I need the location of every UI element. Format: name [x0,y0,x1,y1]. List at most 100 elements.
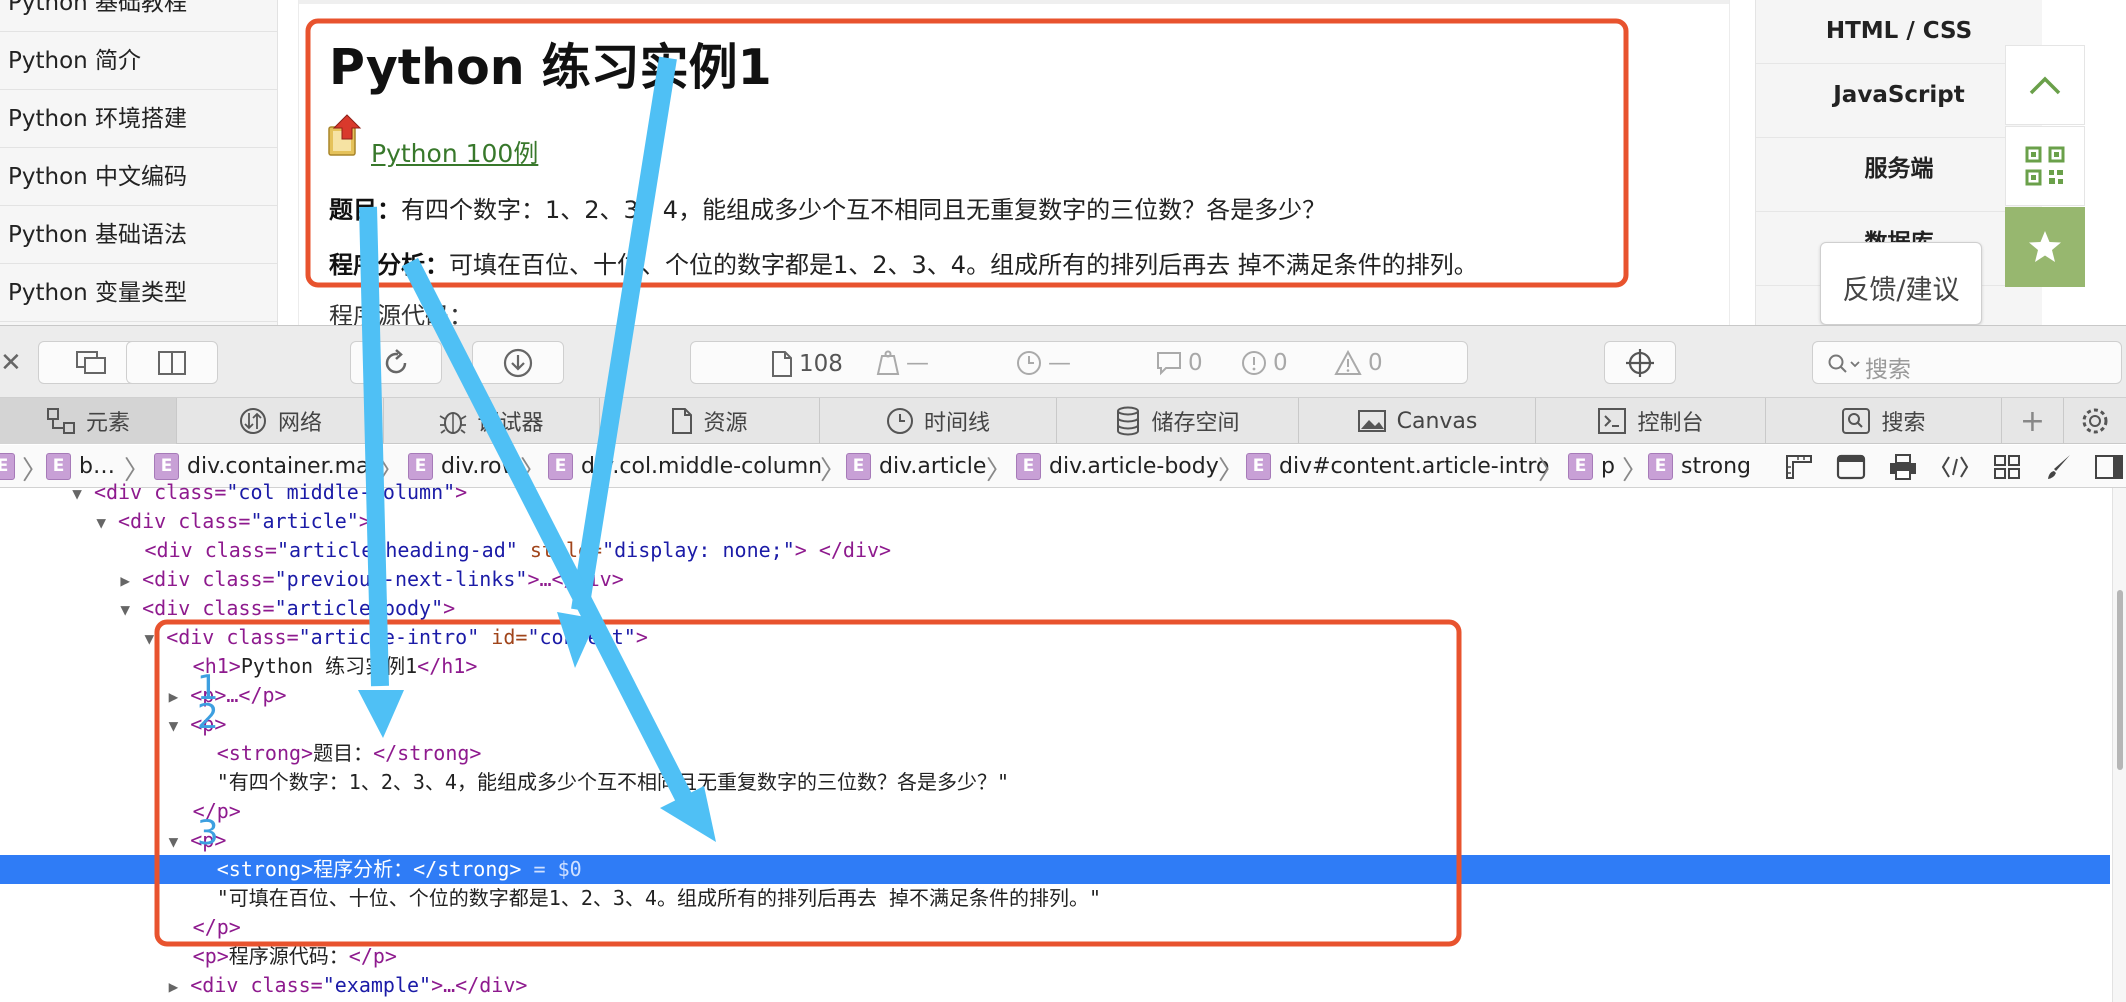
load-time-stat[interactable]: — [1016,350,1071,376]
reload-icon [385,348,407,373]
nav-item-basics[interactable]: Python 基础教程 [0,0,277,32]
element-badge-icon: E [1246,452,1271,480]
star-icon [2029,231,2061,262]
article-content: Python 练习实例1 Python 100例 题目：有四个数字：1、2、3、… [298,0,1730,325]
category-html-css[interactable]: HTML / CSS [1756,0,2042,64]
add-tab-button[interactable]: + [2002,398,2064,444]
brush-icon[interactable] [2044,453,2074,481]
logs-stat[interactable]: 0 [1156,350,1203,376]
dom-text-analysis[interactable]: "可填在百位、十位、个位的数字都是1、2、3、4。组成所有的排列后再去 掉不满足… [0,884,2110,913]
dom-node-prev-next-links[interactable]: ▶ <div class="previous-next-links">…</di… [0,565,2110,594]
error-icon [1242,351,1266,375]
clock-icon [886,408,913,434]
dom-node-example[interactable]: ▶ <div class="example">…</div> [0,971,2110,1000]
element-badge-icon: E [1648,452,1673,480]
question-label: 题目： [329,196,401,224]
dom-node-p-source[interactable]: <p>程序源代码：</p> [0,942,2110,971]
crumb-label: b… [79,453,115,479]
network-icon [239,408,266,434]
resources-stat[interactable]: 108 [771,350,843,378]
tab-search[interactable]: 搜索 [1766,398,2002,444]
document-icon [772,351,792,377]
nav-item-syntax[interactable]: Python 基础语法 [0,206,277,264]
dom-node-p-close[interactable]: </p> [0,913,2110,942]
database-icon [1117,406,1140,436]
tab-console[interactable]: 控制台 [1536,398,1766,444]
chevron-up-icon [2029,76,2061,95]
errors-stat[interactable]: 0 [1241,350,1288,376]
tab-network[interactable]: 网络 [177,398,384,444]
article-top-divider [299,0,1729,4]
dom-node-article-intro[interactable]: ▼ <div class="article-intro" id="content… [0,623,2110,652]
dom-text-question[interactable]: "有四个数字：1、2、3、4，能组成多少个互不相同且无重复数字的三位数？各是多少… [0,768,2110,797]
nav-item-encoding[interactable]: Python 中文编码 [0,148,277,206]
floating-toolbar [2005,45,2085,288]
dom-node-strong-question[interactable]: <strong>题目：</strong> [0,739,2110,768]
crumb-label: div.container.mai [187,453,376,479]
download-button[interactable] [472,341,564,384]
size-stat[interactable]: — [876,350,929,376]
dom-node-article[interactable]: ▼ <div class="article"> [0,507,2110,536]
tab-debugger-label: 调试器 [477,411,544,436]
window-icon[interactable] [1836,453,1866,481]
crumb-label: div.col.middle-column [581,453,823,479]
step-number-2: 2 [197,697,219,737]
reload-button[interactable] [350,341,442,384]
tab-resources[interactable]: 资源 [600,398,820,444]
question-paragraph: 题目：有四个数字：1、2、3、4，能组成多少个互不相同且无重复数字的三位数？各是… [329,190,1326,225]
resource-stats: 108 — — 0 0 0 [690,341,1468,384]
crumb-label: div#content.article-intro [1279,453,1550,479]
grid-icon[interactable] [1992,453,2022,481]
back-to-top-button[interactable] [2005,45,2085,125]
settings-button[interactable] [2064,398,2126,444]
web-inspector: ✕ 108 — — 0 0 0 搜索 元素 网络 调试器 资源 时间线 储存空间… [0,325,2126,1002]
message-icon [1157,352,1181,376]
dock-side-button[interactable] [126,341,218,384]
sidebar-toggle-icon[interactable] [2094,453,2124,481]
tab-debugger[interactable]: 调试器 [384,398,600,444]
element-picker-button[interactable] [1604,341,1676,384]
python-100-link[interactable]: Python 100例 [371,134,538,170]
layout-ruler-icon[interactable] [1784,453,1814,481]
nav-item-variable-types[interactable]: Python 变量类型 [0,264,277,322]
dom-node-p-collapsed[interactable]: ▶ <p>…</p> [0,681,2110,710]
search-icon [1842,408,1871,434]
code-brackets-icon[interactable] [1940,453,1970,481]
tab-elements-label: 元素 [85,411,130,436]
tab-resources-label: 资源 [703,411,748,436]
step-number-3: 3 [197,813,219,853]
warnings-stat[interactable]: 0 [1334,350,1383,376]
dom-node-strong-analysis-selected[interactable]: <strong>程序分析：</strong> = $0 [0,855,2110,884]
tab-storage[interactable]: 储存空间 [1057,398,1299,444]
crumb-label: div.row [441,453,520,479]
search-placeholder: 搜索 [1865,357,1911,383]
category-javascript[interactable]: JavaScript [1756,64,2042,138]
analysis-label: 程序分析： [329,251,449,279]
printer-icon[interactable] [1888,453,1918,481]
inspector-tab-bar: 元素 网络 调试器 资源 时间线 储存空间 Canvas 控制台 搜索 + [0,398,2126,444]
dom-node-middle-column[interactable]: ▼ <div class="col middle-column"> [0,478,2110,507]
qr-code-button[interactable] [2005,126,2085,206]
nav-item-environment[interactable]: Python 环境搭建 [0,90,277,148]
vertical-scrollbar[interactable] [2112,488,2126,1002]
errors-count: 0 [1273,350,1288,376]
weight-icon [876,350,900,375]
tab-elements[interactable]: 元素 [0,398,177,444]
dom-node-heading-ad[interactable]: <div class="article-heading-ad" style="d… [0,536,2110,565]
dom-node-article-body[interactable]: ▼ <div class="article-body"> [0,594,2110,623]
scrollbar-thumb[interactable] [2117,590,2123,770]
close-inspector-icon[interactable]: ✕ [0,348,22,378]
category-server[interactable]: 服务端 [1756,138,2042,212]
feedback-button[interactable]: 反馈/建议 [1820,242,1982,325]
tab-timelines-label: 时间线 [923,411,990,436]
tab-canvas[interactable]: Canvas [1299,398,1536,444]
favorite-button[interactable] [2005,207,2085,287]
dom-node-h1[interactable]: <h1>Python 练习实例1</h1> [0,652,2110,681]
dom-node-p-close[interactable]: </p> [0,797,2110,826]
nav-item-intro[interactable]: Python 简介 [0,32,277,90]
dom-node-p-analysis[interactable]: ▼ <p> [0,826,2110,855]
bug-icon [440,412,467,434]
tab-timelines[interactable]: 时间线 [820,398,1057,444]
dom-node-p-question[interactable]: ▼ <p> [0,710,2110,739]
inspector-search-field[interactable]: 搜索 [1812,341,2122,384]
